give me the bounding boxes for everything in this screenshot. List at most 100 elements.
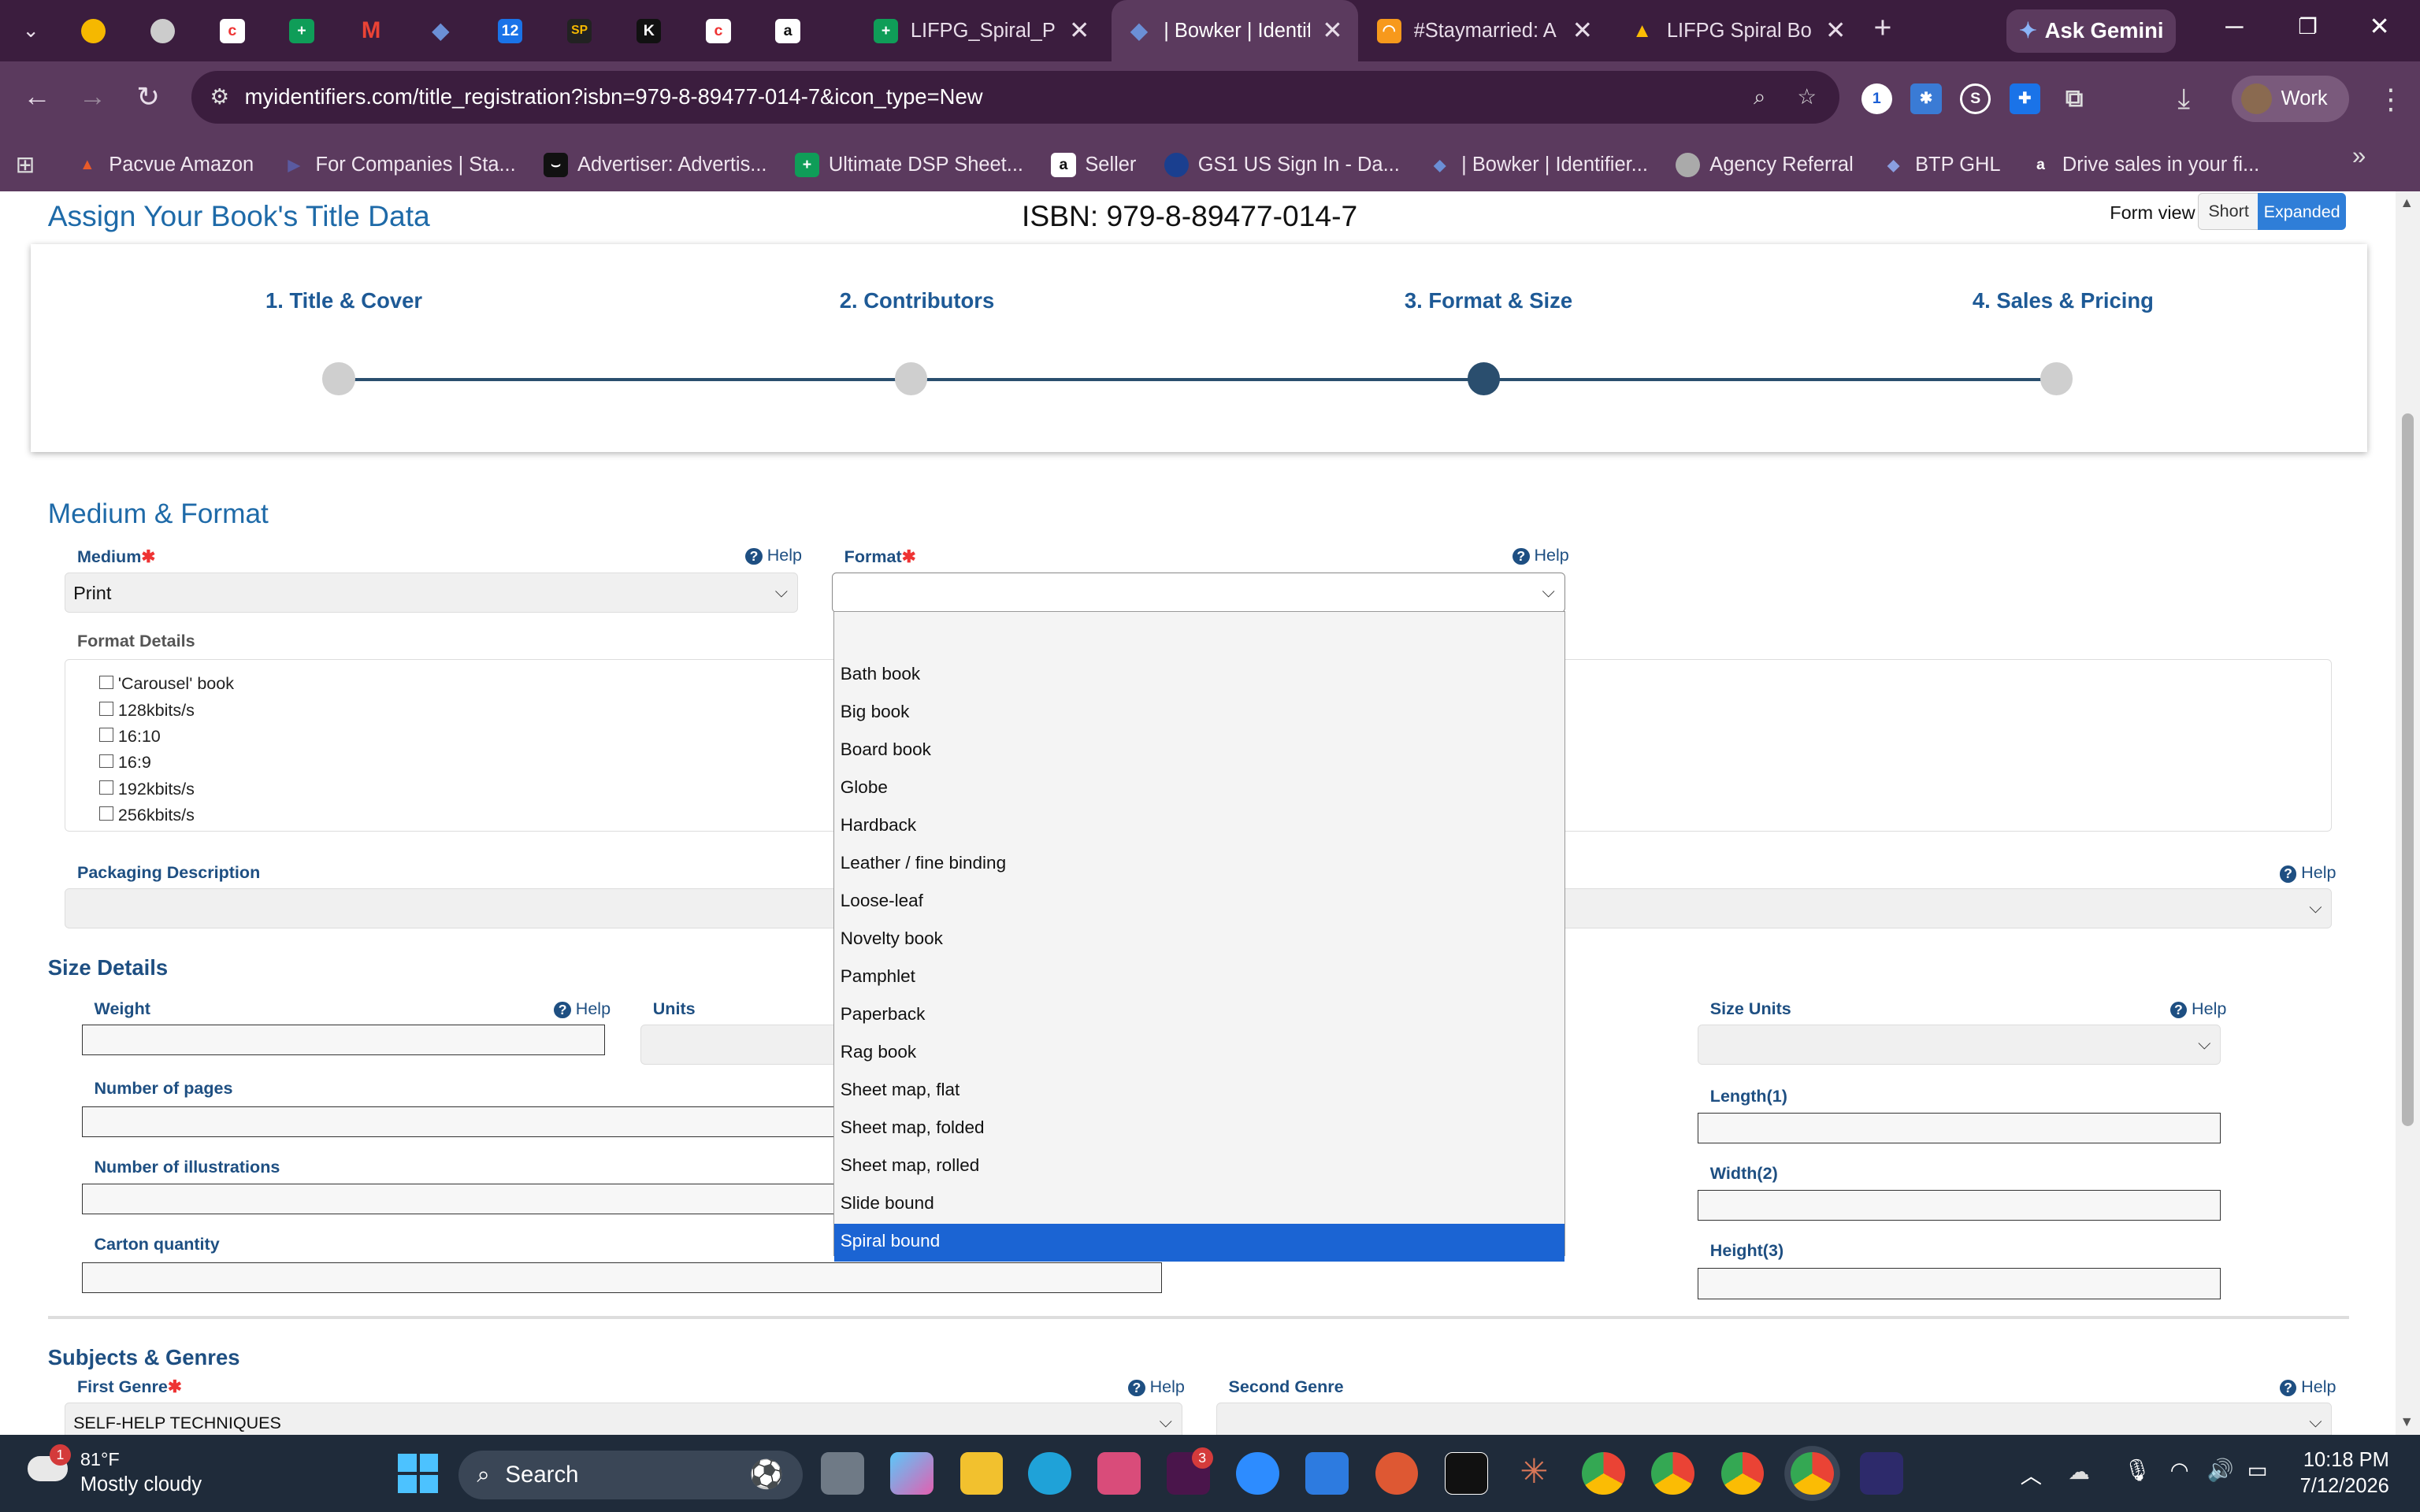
pinned-tab-amazon[interactable]: a bbox=[753, 0, 822, 61]
format-option[interactable]: Loose-leaf bbox=[834, 884, 1564, 921]
bookmark[interactable]: GS1 US Sign In - Da... bbox=[1164, 152, 1400, 178]
size-units-select[interactable]: ⌵ bbox=[1698, 1024, 2221, 1065]
url-text[interactable]: myidentifiers.com/title_registration?isb… bbox=[245, 84, 983, 109]
s-icon[interactable]: S bbox=[1960, 83, 1991, 114]
pinned-tab-sheets[interactable]: + bbox=[267, 0, 336, 61]
checkbox[interactable] bbox=[99, 728, 113, 742]
bookmark[interactable]: + Ultimate DSP Sheet... bbox=[794, 152, 1023, 178]
onedrive-icon[interactable]: ☁ bbox=[2068, 1459, 2089, 1484]
menu-icon[interactable]: ⋮ bbox=[2377, 83, 2404, 116]
chrome-active-icon[interactable] bbox=[1790, 1451, 1834, 1495]
site-info-icon[interactable]: ⚙ bbox=[210, 84, 229, 109]
units-select[interactable] bbox=[640, 1024, 841, 1065]
claude-icon[interactable]: ✳ bbox=[1512, 1452, 1556, 1495]
forward-icon[interactable]: → bbox=[71, 76, 114, 119]
pinned-tab-sp[interactable]: SP bbox=[545, 0, 614, 61]
reload-icon[interactable]: ↻ bbox=[127, 76, 170, 119]
scrollbar-thumb[interactable] bbox=[2401, 413, 2414, 1127]
chrome-icon[interactable] bbox=[1651, 1451, 1695, 1495]
pinned-tab-k[interactable]: K bbox=[614, 0, 684, 61]
pages-input[interactable] bbox=[81, 1106, 838, 1137]
weight-help[interactable]: ? Help bbox=[554, 999, 611, 1019]
task-view-icon[interactable] bbox=[821, 1451, 865, 1495]
password-icon[interactable]: 1 bbox=[1861, 83, 1892, 114]
download-icon[interactable]: ⤓ bbox=[2177, 83, 2190, 116]
format-option[interactable]: Big book bbox=[834, 695, 1564, 732]
bookmark[interactable]: ▶ For Companies | Sta... bbox=[281, 153, 516, 177]
extension-icon[interactable]: ✱ bbox=[1910, 83, 1942, 114]
clock[interactable]: 10:18 PM 7/12/2026 bbox=[2296, 1447, 2389, 1500]
extension-icon[interactable]: ✚ bbox=[2009, 83, 2040, 114]
second-genre-help[interactable]: ? Help bbox=[2279, 1377, 2336, 1397]
pinned-tab-pacvue2[interactable]: c bbox=[684, 0, 753, 61]
microphone-icon[interactable]: 🎙 bbox=[2124, 1458, 2151, 1483]
format-option[interactable]: Globe bbox=[834, 770, 1564, 808]
carton-input[interactable] bbox=[81, 1262, 1163, 1293]
checkbox[interactable] bbox=[99, 675, 113, 690]
format-option[interactable]: Novelty book bbox=[834, 921, 1564, 959]
capcut-icon[interactable] bbox=[1444, 1451, 1488, 1495]
scrollbar-down-icon[interactable]: ▼ bbox=[2400, 1414, 2414, 1430]
volume-icon[interactable]: 🔊 bbox=[2207, 1458, 2234, 1483]
app-icon[interactable] bbox=[1859, 1451, 1903, 1495]
medium-select[interactable]: Print ⌵ bbox=[65, 572, 798, 613]
pinned-tab-bulb[interactable] bbox=[58, 0, 128, 61]
ask-gemini-button[interactable]: ✦ Ask Gemini bbox=[2006, 9, 2177, 53]
format-option[interactable]: Sheet map, flat bbox=[834, 1073, 1564, 1110]
second-genre-select[interactable]: ⌵ bbox=[1216, 1402, 2333, 1436]
format-option[interactable]: Board book bbox=[834, 732, 1564, 770]
tray-chevron-icon[interactable]: ︿ bbox=[2021, 1458, 2042, 1489]
pinned-tab-bowker[interactable]: ◆ bbox=[406, 0, 475, 61]
first-genre-help[interactable]: ? Help bbox=[1128, 1377, 1185, 1397]
pinned-tab-pacvue[interactable]: c bbox=[198, 0, 267, 61]
pinned-tab-globe[interactable] bbox=[128, 0, 198, 61]
close-icon[interactable]: ✕ bbox=[1572, 17, 1593, 45]
puzzle-icon[interactable]: ⧉ bbox=[2058, 83, 2089, 114]
zoom-icon[interactable]: ⌕ bbox=[1754, 84, 1765, 110]
form-view-expanded-button[interactable]: Expanded bbox=[2258, 192, 2346, 230]
format-option-highlighted[interactable]: Spiral bound bbox=[833, 1223, 1564, 1262]
address-bar[interactable]: ⚙ myidentifiers.com/title_registration?i… bbox=[191, 71, 1840, 124]
back-icon[interactable]: ← bbox=[16, 76, 59, 119]
close-icon[interactable]: ✕ bbox=[1069, 17, 1089, 45]
close-window-button[interactable]: ✕ bbox=[2369, 13, 2389, 41]
new-tab-button[interactable]: + bbox=[1873, 11, 1891, 46]
bookmark[interactable]: ⌣ Advertiser: Advertis... bbox=[543, 152, 767, 178]
step-title[interactable]: 4. Sales & Pricing bbox=[1973, 288, 2154, 313]
format-option[interactable]: Paperback bbox=[834, 997, 1564, 1035]
chrome-icon[interactable] bbox=[1582, 1451, 1626, 1495]
checkbox[interactable] bbox=[99, 806, 113, 821]
edge-icon[interactable] bbox=[1027, 1451, 1071, 1495]
format-option[interactable]: Leather / fine binding bbox=[834, 846, 1564, 884]
bookmark[interactable]: ◆ | Bowker | Identifier... bbox=[1427, 153, 1648, 177]
pinned-tab-gmail[interactable]: M bbox=[336, 0, 406, 61]
start-button[interactable] bbox=[398, 1453, 439, 1494]
format-detail-item[interactable]: 128kbits/s bbox=[99, 697, 234, 723]
scrollbar-up-icon[interactable]: ▲ bbox=[2400, 195, 2414, 211]
step-dot-active[interactable] bbox=[1468, 362, 1501, 395]
file-explorer-icon[interactable] bbox=[959, 1451, 1004, 1495]
scrollbar[interactable]: ▲ ▼ bbox=[2395, 191, 2420, 1436]
format-option[interactable]: Hardback bbox=[834, 808, 1564, 846]
wifi-icon[interactable]: ◠ bbox=[2170, 1458, 2189, 1483]
packaging-help[interactable]: ? Help bbox=[2279, 862, 2336, 883]
blank-option[interactable] bbox=[834, 612, 1564, 657]
format-detail-item[interactable]: 256kbits/s bbox=[99, 802, 234, 828]
first-genre-select[interactable]: SELF-HELP TECHNIQUES ⌵ bbox=[65, 1402, 1182, 1436]
step-dot[interactable] bbox=[2040, 362, 2073, 395]
illustrations-input[interactable] bbox=[81, 1183, 838, 1214]
step-title[interactable]: 2. Contributors bbox=[840, 288, 994, 313]
form-view-short-button[interactable]: Short bbox=[2197, 192, 2260, 230]
profile-button[interactable]: Work bbox=[2232, 76, 2349, 122]
tab-search-chevron-icon[interactable]: ⌄ bbox=[9, 9, 53, 53]
chrome-icon[interactable] bbox=[1720, 1451, 1765, 1495]
tab-lifpg-spiral-pipe[interactable]: + LIFPG_Spiral_Pipe ✕ bbox=[858, 0, 1104, 61]
bookmark[interactable]: a Drive sales in your fi... bbox=[2028, 153, 2259, 177]
pinned-tab-calendar[interactable]: 12 bbox=[475, 0, 544, 61]
battery-icon[interactable]: ▭ bbox=[2247, 1458, 2268, 1483]
format-detail-item[interactable]: 'Carousel' book bbox=[99, 670, 234, 696]
format-option[interactable]: Pamphlet bbox=[834, 959, 1564, 997]
step-dot[interactable] bbox=[322, 362, 355, 395]
size-units-help[interactable]: ? Help bbox=[2169, 999, 2226, 1019]
format-detail-item[interactable]: 16:10 bbox=[99, 723, 234, 749]
